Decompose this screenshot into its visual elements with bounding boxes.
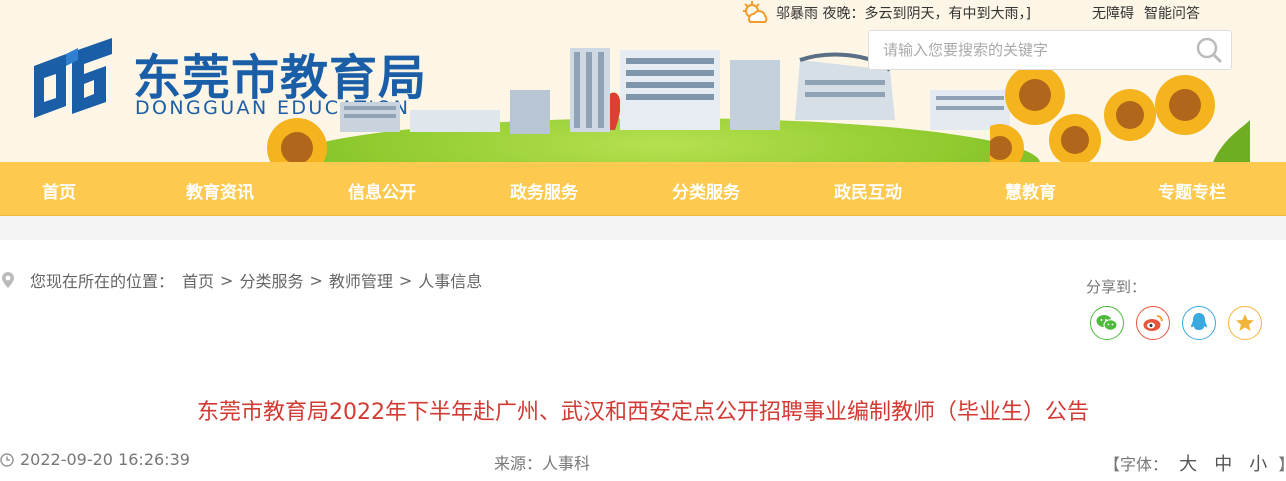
sunflowers-illustration	[990, 65, 1250, 162]
search-icon[interactable]	[1191, 32, 1227, 68]
breadcrumb: 您现在所在的位置： 首页 > 分类服务 > 教师管理 > 人事信息	[0, 268, 482, 292]
clock-icon	[0, 452, 14, 467]
accessibility-link[interactable]: 无障碍	[1092, 3, 1134, 23]
nav-item-category-services[interactable]: 分类服务	[672, 178, 740, 203]
source-label: 来源：	[494, 454, 543, 473]
breadcrumb-personnel-info[interactable]: 人事信息	[418, 268, 482, 292]
star-icon	[1236, 314, 1254, 331]
article-datetime: 2022-09-20 16:26:39	[0, 450, 190, 469]
article-content: 您现在所在的位置： 首页 > 分类服务 > 教师管理 > 人事信息 分享到： 东…	[0, 240, 1286, 481]
site-header: 东莞市教育局 DONGGUAN EDUCATION 邬暴雨 夜晚：多云到阴天，有…	[0, 0, 1286, 162]
weather-text: 邬暴雨 夜晚：多云到阴天，有中到大雨，]	[776, 6, 1031, 22]
search-input[interactable]	[869, 32, 1191, 68]
wechat-icon	[1096, 315, 1118, 331]
main-nav: 首页 教育资讯 信息公开 政务服务 分类服务 政民互动 慧教育 专题专栏	[0, 162, 1286, 216]
breadcrumb-prefix: 您现在所在的位置：	[30, 272, 175, 291]
font-size-medium-button[interactable]: 中	[1214, 454, 1232, 475]
nav-item-education-news[interactable]: 教育资讯	[186, 178, 254, 203]
cloudy-sun-icon	[743, 1, 768, 23]
font-size-label: 【字体：	[1104, 455, 1169, 474]
wechat-share-button[interactable]	[1090, 306, 1124, 340]
smart-qa-link[interactable]: 智能问答	[1144, 3, 1200, 23]
breadcrumb-home[interactable]: 首页	[182, 268, 214, 292]
nav-item-smart-education[interactable]: 慧教育	[1005, 178, 1056, 203]
breadcrumb-separator: >	[220, 270, 234, 290]
weibo-icon	[1143, 315, 1163, 331]
weibo-share-button[interactable]	[1136, 306, 1170, 340]
article-title: 东莞市教育局2022年下半年赴广州、武汉和西安定点公开招聘事业编制教师（毕业生）…	[197, 400, 1089, 425]
share-label: 分享到：	[1086, 278, 1147, 296]
font-size-small-button[interactable]: 小	[1249, 454, 1267, 475]
nav-item-gov-services[interactable]: 政务服务	[510, 178, 578, 203]
sunflower-left-illustration	[267, 118, 327, 162]
qq-share-button[interactable]	[1182, 306, 1216, 340]
qzone-share-button[interactable]	[1228, 306, 1262, 340]
source-value: 人事科	[542, 454, 591, 473]
breadcrumb-separator: >	[309, 270, 323, 290]
nav-item-home[interactable]: 首页	[42, 178, 76, 203]
education-logo-icon[interactable]	[26, 36, 118, 120]
breadcrumb-category-services[interactable]: 分类服务	[239, 268, 303, 292]
article-date-text: 2022-09-20 16:26:39	[20, 450, 190, 469]
nav-item-special-topics[interactable]: 专题专栏	[1158, 178, 1226, 203]
font-size-large-button[interactable]: 大	[1179, 454, 1197, 475]
share-buttons	[1090, 306, 1262, 340]
font-size-close: 】	[1278, 455, 1286, 474]
weather-bar: 邬暴雨 夜晚：多云到阴天，有中到大雨，] 无障碍 智能问答	[740, 0, 1200, 26]
location-pin-icon	[2, 272, 14, 288]
font-size-control: 【字体： 大 中 小 】	[1104, 450, 1286, 476]
search-box	[868, 30, 1232, 70]
section-gap	[0, 216, 1286, 240]
qq-icon	[1191, 313, 1207, 330]
article-source: 来源： 人事科	[494, 450, 590, 474]
breadcrumb-separator: >	[398, 270, 413, 290]
nav-item-public-interaction[interactable]: 政民互动	[834, 178, 902, 203]
breadcrumb-teacher-management[interactable]: 教师管理	[329, 268, 393, 292]
nav-item-info-disclosure[interactable]: 信息公开	[348, 178, 416, 203]
